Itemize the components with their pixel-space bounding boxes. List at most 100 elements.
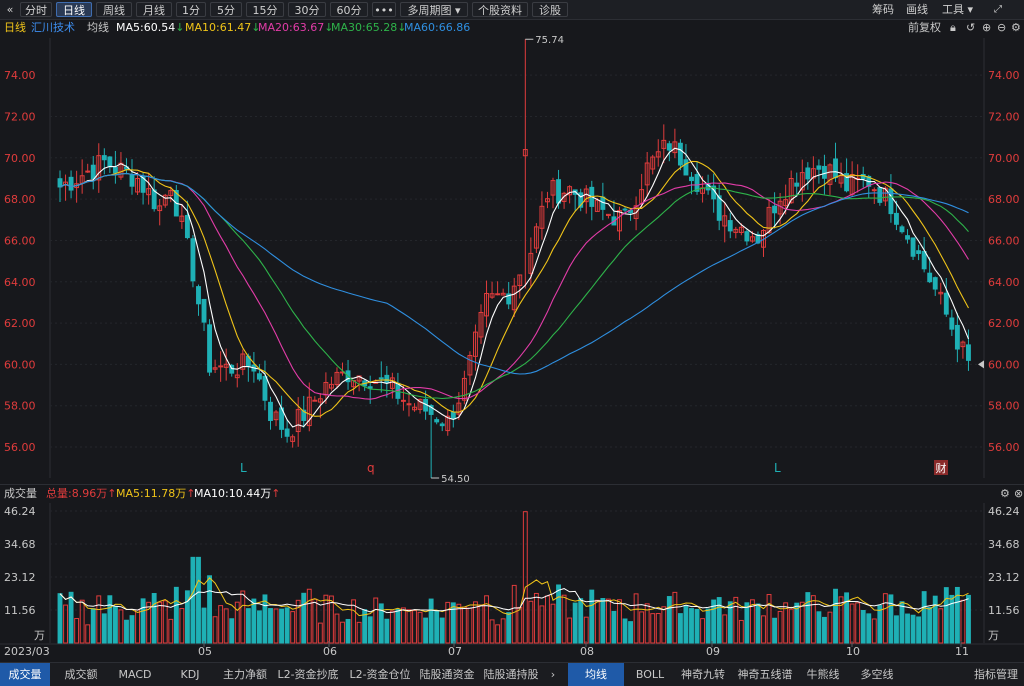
- volume-bar: [240, 590, 246, 644]
- candle-body: [107, 156, 113, 168]
- volume-bar: [201, 607, 207, 644]
- event-marker: q: [367, 461, 375, 475]
- candle-body: [196, 286, 201, 305]
- tab-kdj[interactable]: KDJ: [164, 663, 216, 686]
- tab-macd[interactable]: MACD: [110, 663, 160, 686]
- candle-body: [816, 165, 822, 170]
- volume-bar: [367, 616, 373, 644]
- volume-bar: [85, 624, 91, 644]
- candle-body: [201, 298, 207, 323]
- tab-magic-nine[interactable]: 神奇九转: [676, 663, 730, 686]
- volume-bar: [340, 621, 345, 644]
- volume-bar: [129, 615, 135, 644]
- date-axis-label: 06: [323, 645, 337, 658]
- volume-title: 成交量: [4, 487, 37, 500]
- volume-bar: [844, 592, 850, 644]
- volume-bar: [938, 608, 944, 644]
- price-tick-label-right: 68.00: [988, 193, 1020, 206]
- volume-bar: [334, 613, 340, 644]
- volume-bar: [949, 594, 955, 644]
- volume-bar: [561, 594, 567, 644]
- volume-bar: [234, 601, 240, 644]
- volume-bar: [173, 586, 179, 644]
- tab-ma[interactable]: 均线: [568, 663, 624, 686]
- candle-body: [966, 344, 971, 361]
- price-tick-label-right: 66.00: [988, 234, 1020, 247]
- volume-bar: [301, 592, 307, 644]
- date-axis-label: 11: [955, 645, 969, 658]
- price-tick-label-left: 64.00: [4, 276, 36, 289]
- price-tick-label-left: 60.00: [4, 358, 36, 371]
- price-tick-label-left: 56.00: [4, 441, 36, 454]
- volume-close-icon[interactable]: ⊗: [1014, 485, 1023, 503]
- volume-bar: [761, 615, 766, 644]
- tab-boll[interactable]: BOLL: [626, 663, 674, 686]
- volume-bar: [966, 594, 971, 644]
- volume-bar: [401, 607, 406, 644]
- kline-chart[interactable]: 74.00 74.00 72.00 72.00 70.00 70.00 68.00 68.00…: [0, 0, 1024, 662]
- volume-bar: [539, 605, 545, 644]
- price-tick-label-left: 74.00: [4, 69, 36, 82]
- volume-bar: [921, 591, 927, 644]
- volume-bar: [838, 596, 844, 644]
- price-tick-label-left: 70.00: [4, 152, 36, 165]
- candle-body: [932, 277, 938, 290]
- volume-bar: [74, 618, 80, 644]
- candle-body: [312, 399, 318, 402]
- tab-l2-position[interactable]: L2-资金仓位: [346, 663, 414, 686]
- volume-bar: [212, 616, 218, 644]
- earnings-marker: 财: [936, 461, 947, 475]
- tab-magic-five[interactable]: 神奇五线谱: [734, 663, 796, 686]
- price-tick-label-right: 70.00: [988, 152, 1020, 165]
- volume-bar: [810, 595, 816, 644]
- volume-bar: [423, 617, 429, 644]
- candle-body: [90, 164, 96, 180]
- price-tick-label-right: 62.00: [988, 317, 1020, 330]
- volume-bar: [799, 601, 805, 644]
- tab-volume[interactable]: 成交量: [0, 663, 50, 686]
- price-tick-label-right: 64.00: [988, 276, 1020, 289]
- tabs-scroll-arrow[interactable]: ›: [546, 663, 560, 686]
- tab-northbound-hold[interactable]: 陆股通持股: [480, 663, 542, 686]
- candle-body: [772, 205, 778, 214]
- vol-ma10-text: MA10:10.44万: [194, 487, 272, 500]
- volume-bar: [395, 608, 401, 644]
- volume-settings-icon[interactable]: ⚙: [1000, 485, 1010, 503]
- tab-turnover[interactable]: 成交额: [54, 663, 108, 686]
- volume-tick-label-left: 46.24: [4, 505, 36, 518]
- volume-bar: [600, 598, 606, 644]
- candle-body: [910, 237, 916, 257]
- volume-bar: [511, 584, 517, 644]
- volume-bar: [694, 608, 700, 644]
- tab-l2-bottom[interactable]: L2-资金抄底: [274, 663, 342, 686]
- tab-indicator-manage[interactable]: 指标管理: [968, 663, 1024, 686]
- volume-bar: [517, 606, 523, 644]
- tab-bull-bear[interactable]: 牛熊线: [800, 663, 846, 686]
- volume-bar: [245, 608, 251, 644]
- volume-bar: [179, 608, 185, 644]
- candle-body: [495, 293, 501, 296]
- volume-bar: [251, 598, 257, 644]
- candle-body: [57, 178, 63, 188]
- volume-bar: [871, 618, 877, 644]
- volume-bar: [578, 598, 584, 644]
- candle-body: [921, 250, 927, 270]
- candle-body: [677, 142, 683, 166]
- candle-body: [256, 373, 262, 380]
- volume-bar: [96, 595, 102, 644]
- volume-bar: [622, 618, 628, 644]
- tab-northbound-flow[interactable]: 陆股通资金: [416, 663, 478, 686]
- volume-bar: [545, 595, 550, 644]
- tab-long-short[interactable]: 多空线: [852, 663, 902, 686]
- volume-tick-label-right: 11.56: [988, 604, 1020, 617]
- volume-bar: [556, 584, 561, 644]
- date-axis-label: 10: [846, 645, 860, 658]
- volume-bar: [567, 617, 573, 644]
- candle-body: [434, 419, 440, 423]
- volume-bar: [894, 615, 899, 644]
- volume-bar: [478, 604, 484, 644]
- total-volume-text: 总量:8.96万: [46, 487, 108, 500]
- volume-bar: [788, 608, 794, 644]
- candle-body: [954, 324, 960, 350]
- tab-main-net[interactable]: 主力净额: [218, 663, 272, 686]
